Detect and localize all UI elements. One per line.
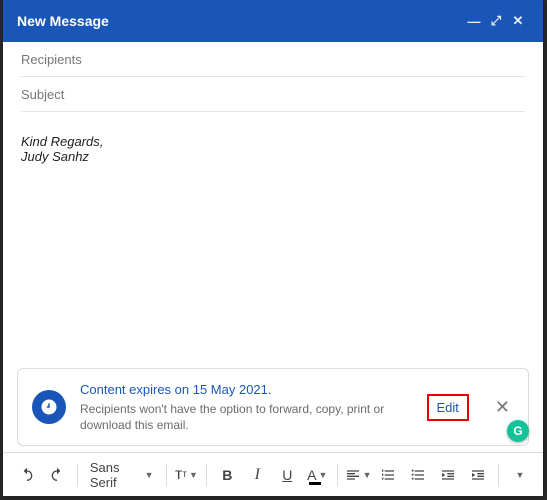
font-family-select[interactable]: Sans Serif▼	[84, 460, 160, 490]
font-size-button[interactable]: тт▼	[172, 460, 200, 490]
confidential-subtitle: Recipients won't have the option to forw…	[80, 401, 413, 433]
more-formatting-button[interactable]: ▼	[505, 460, 533, 490]
minimize-button[interactable]: —	[463, 14, 485, 29]
confidential-title: Content expires on 15 May 2021.	[80, 381, 413, 399]
text-color-button[interactable]: A▼	[303, 460, 331, 490]
toolbar-separator	[337, 464, 338, 486]
signature-name: Judy Sanhz	[21, 149, 525, 164]
caret-down-icon: ▼	[189, 470, 198, 480]
underline-button[interactable]: U	[273, 460, 301, 490]
toolbar-separator	[498, 464, 499, 486]
confidential-mode-card: Content expires on 15 May 2021. Recipien…	[17, 368, 529, 446]
caret-down-icon: ▼	[516, 470, 525, 480]
message-body[interactable]: Kind Regards, Judy Sanhz	[3, 112, 543, 368]
toolbar-separator	[77, 464, 78, 486]
fullscreen-button[interactable]: ⤢	[485, 13, 507, 29]
toolbar-separator	[206, 464, 207, 486]
indent-more-button[interactable]	[464, 460, 492, 490]
title-bar: New Message — ⤢ ✕	[3, 0, 543, 42]
confidential-edit-button[interactable]: Edit	[427, 394, 469, 421]
recipients-field[interactable]: Recipients	[21, 42, 525, 77]
compose-window: New Message — ⤢ ✕ Recipients Subject Kin…	[3, 0, 543, 496]
caret-down-icon: ▼	[145, 470, 154, 480]
clock-lock-icon	[32, 390, 66, 424]
bold-button[interactable]: B	[213, 460, 241, 490]
grammarly-icon[interactable]: G	[507, 420, 529, 442]
caret-down-icon: ▼	[363, 470, 372, 480]
formatting-toolbar: Sans Serif▼ тт▼ B I U A▼ ▼ ▼	[3, 452, 543, 496]
confidential-dismiss-button[interactable]: ✕	[491, 397, 514, 418]
header-fields: Recipients Subject	[3, 42, 543, 112]
window-title: New Message	[17, 13, 109, 29]
italic-button[interactable]: I	[243, 460, 271, 490]
toolbar-separator	[166, 464, 167, 486]
caret-down-icon: ▼	[318, 470, 327, 480]
align-button[interactable]: ▼	[344, 460, 372, 490]
indent-less-button[interactable]	[434, 460, 462, 490]
signature-closing: Kind Regards,	[21, 134, 525, 149]
redo-button[interactable]	[43, 460, 71, 490]
close-button[interactable]: ✕	[507, 13, 529, 29]
undo-button[interactable]	[13, 460, 41, 490]
subject-field[interactable]: Subject	[21, 77, 525, 112]
bulleted-list-button[interactable]	[404, 460, 432, 490]
numbered-list-button[interactable]	[374, 460, 402, 490]
